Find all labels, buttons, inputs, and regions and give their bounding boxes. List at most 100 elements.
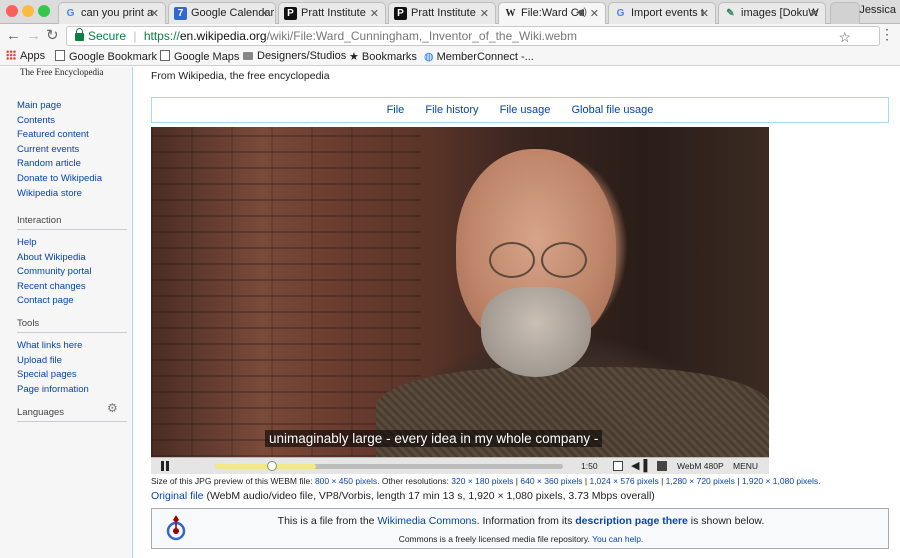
page-icon [160, 50, 170, 61]
page-icon [55, 50, 65, 61]
bookmark-google-maps[interactable]: Google Maps [160, 50, 239, 63]
menu-dots-icon[interactable]: ⋮ [880, 26, 894, 43]
original-file-link[interactable]: Original file [151, 490, 204, 502]
you-can-help-link[interactable]: You can help. [592, 534, 643, 544]
star-icon: ★ [349, 51, 359, 63]
bookmark-apps[interactable]: Apps [6, 50, 45, 62]
video-format[interactable]: WebM 480P [677, 461, 724, 471]
pratt-icon: P [284, 7, 297, 20]
bookmarks-bar: Apps Google Bookmark Google Maps Designe… [0, 48, 900, 66]
resolution-link-640[interactable]: 640 × 360 pixels [520, 476, 582, 486]
apps-grid-icon [6, 50, 16, 60]
video-player[interactable]: unimaginably large - every idea in my wh… [151, 127, 769, 457]
doku-icon: ✎ [726, 8, 735, 19]
resolution-link-320[interactable]: 320 × 180 pixels [451, 476, 513, 486]
preview-size-link[interactable]: 800 × 450 pixels [315, 476, 377, 486]
tab-3[interactable]: P Pratt Institute ✕ [388, 2, 496, 24]
speaker-icon[interactable]: ◀) [576, 7, 587, 18]
nav-about-wikipedia[interactable]: About Wikipedia [17, 251, 127, 266]
address-toolbar: ← → ↻ Secure | https://en.wikipedia.org/… [0, 24, 900, 48]
nav-main-page[interactable]: Main page [17, 99, 127, 114]
secure-label: Secure [88, 29, 127, 43]
nav-contents[interactable]: Contents [17, 114, 127, 129]
fullscreen-icon[interactable] [657, 461, 667, 471]
description-page-link[interactable]: description page there [575, 515, 688, 527]
folder-icon [243, 52, 253, 60]
tab-1[interactable]: 7 Google Calendar ✕ [168, 2, 276, 24]
nav-donate[interactable]: Donate to Wikipedia [17, 172, 127, 187]
nav-page-information[interactable]: Page information [17, 383, 127, 398]
google-calendar-icon: 7 [174, 7, 187, 20]
nav-wikipedia-store[interactable]: Wikipedia store [17, 187, 127, 202]
original-file-details: (WebM audio/video file, VP8/Vorbis, leng… [206, 490, 655, 502]
nav-recent-changes[interactable]: Recent changes [17, 280, 127, 295]
bookmark-google-bookmark[interactable]: Google Bookmark [55, 50, 157, 63]
maximize-window-button[interactable] [38, 5, 50, 17]
nav-upload-file[interactable]: Upload file [17, 354, 127, 369]
gear-icon[interactable]: ⚙ [107, 402, 118, 414]
resolution-link-1280[interactable]: 1,280 × 720 pixels [666, 476, 735, 486]
main-navigation: Main page Contents Featured content Curr… [17, 99, 127, 201]
file-tabs: File File history File usage Global file… [151, 97, 889, 123]
lock-icon [75, 28, 84, 41]
pratt-icon: P [394, 7, 407, 20]
nav-featured-content[interactable]: Featured content [17, 128, 127, 143]
tab-6[interactable]: ✎ images [DokuW ✕ [718, 2, 826, 24]
close-tab-icon[interactable]: ✕ [590, 7, 599, 20]
main-content: From Wikipedia, the free encyclopedia Fi… [133, 67, 900, 558]
new-tab-button[interactable] [830, 2, 860, 24]
bookmark-bookmarks[interactable]: ★ Bookmarks [349, 50, 417, 63]
nav-what-links-here[interactable]: What links here [17, 339, 127, 354]
bookmark-designers-studios[interactable]: Designers/Studios [243, 50, 346, 62]
nav-special-pages[interactable]: Special pages [17, 368, 127, 383]
preview-size-info: Size of this JPG preview of this WEBM fi… [151, 476, 821, 486]
close-tab-icon[interactable]: ✕ [700, 7, 709, 20]
minimize-window-button[interactable] [22, 5, 34, 17]
video-frame-glasses-right [541, 242, 587, 278]
pause-icon[interactable] [161, 461, 169, 471]
nav-current-events[interactable]: Current events [17, 143, 127, 158]
close-tab-icon[interactable]: ✕ [370, 7, 379, 20]
subtitles-icon[interactable] [613, 461, 623, 471]
wiki-logo-text[interactable]: The Free Encyclopedia [20, 67, 103, 77]
close-tab-icon[interactable]: ✕ [810, 7, 819, 20]
video-frame-beard [481, 287, 591, 377]
close-window-button[interactable] [6, 5, 18, 17]
video-menu-button[interactable]: MENU [733, 461, 758, 471]
wiki-sidebar: The Free Encyclopedia Main page Contents… [0, 67, 133, 558]
close-tab-icon[interactable]: ✕ [480, 7, 489, 20]
bookmark-star-icon[interactable]: ☆ [838, 28, 851, 46]
site-tagline: From Wikipedia, the free encyclopedia [151, 70, 330, 82]
tab-global-file-usage[interactable]: Global file usage [571, 104, 653, 116]
volume-icon[interactable]: ◀▐ [631, 459, 647, 472]
url-path: /wiki/File:Ward_Cunningham,_Inventor_of_… [266, 29, 577, 43]
nav-contact-page[interactable]: Contact page [17, 294, 127, 309]
seek-handle[interactable] [267, 461, 277, 471]
tab-4-active[interactable]: W File:Ward Cu ◀) ✕ [498, 2, 606, 25]
seek-bar[interactable] [215, 461, 563, 471]
profile-name[interactable]: Jessica [859, 4, 896, 16]
bookmark-memberconnect[interactable]: ◍ MemberConnect -... [424, 50, 534, 63]
reload-icon[interactable]: ↻ [46, 27, 59, 45]
close-tab-icon[interactable]: ✕ [150, 7, 159, 20]
close-tab-icon[interactable]: ✕ [260, 7, 269, 20]
tab-5[interactable]: G Import events t ✕ [608, 2, 716, 24]
tab-file[interactable]: File [387, 104, 405, 116]
resolution-link-1920[interactable]: 1,920 × 1,080 pixels [742, 476, 818, 486]
back-arrow-icon[interactable]: ← [6, 27, 21, 45]
seek-bar-buffered [215, 464, 316, 469]
tab-0[interactable]: G can you print a ✕ [58, 2, 166, 24]
resolution-link-1024[interactable]: 1,024 × 576 pixels [589, 476, 658, 486]
address-bar[interactable]: Secure | https://en.wikipedia.org/wiki/F… [66, 26, 880, 46]
tab-file-history[interactable]: File history [425, 104, 478, 116]
google-icon: G [616, 8, 625, 19]
video-controls: 1:50 ◀▐ WebM 480P MENU [151, 457, 769, 474]
wikipedia-icon: W [505, 8, 516, 19]
tab-file-usage[interactable]: File usage [500, 104, 551, 116]
nav-random-article[interactable]: Random article [17, 157, 127, 172]
nav-help[interactable]: Help [17, 236, 127, 251]
forward-arrow-icon[interactable]: → [26, 27, 41, 45]
wikimedia-commons-link[interactable]: Wikimedia Commons [377, 515, 476, 527]
tab-2[interactable]: P Pratt Institute ✕ [278, 2, 386, 24]
nav-community-portal[interactable]: Community portal [17, 265, 127, 280]
